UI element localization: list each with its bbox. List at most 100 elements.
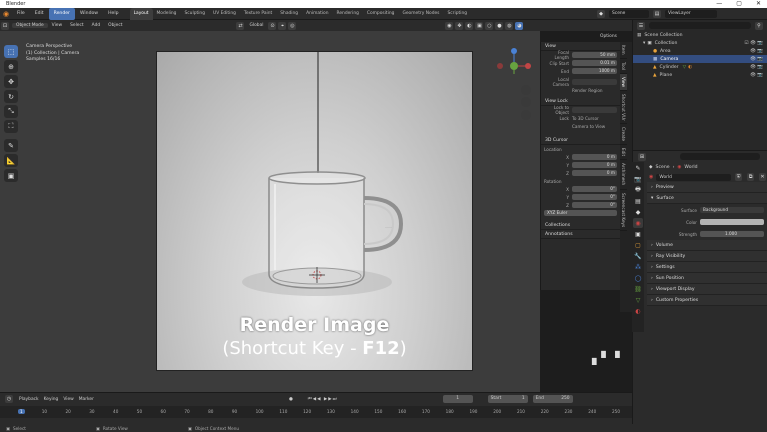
scene-collection-label[interactable]: Scene Collection bbox=[644, 33, 682, 38]
material-shading-icon[interactable]: ◍ bbox=[505, 21, 514, 30]
menu-window[interactable]: Window bbox=[75, 8, 103, 20]
lock-object-field[interactable] bbox=[572, 107, 617, 113]
options-button[interactable]: Options bbox=[600, 34, 617, 39]
outliner-item-area[interactable]: Area bbox=[660, 49, 671, 54]
panel-viewport-display[interactable]: › Viewport Display bbox=[647, 284, 767, 295]
tab-edit[interactable]: Edit bbox=[620, 145, 627, 161]
tab-shortcut-vur[interactable]: Shortcut VUr bbox=[620, 91, 627, 125]
collection-label[interactable]: Collection bbox=[655, 41, 678, 46]
gizmo-icon[interactable]: ✥ bbox=[455, 21, 464, 30]
navigation-gizmo[interactable] bbox=[494, 44, 536, 130]
solid-shading-icon[interactable]: ● bbox=[495, 21, 504, 30]
world-tab-icon[interactable]: ◉ bbox=[633, 218, 643, 228]
visibility-icon[interactable]: ◉ bbox=[445, 21, 454, 30]
outliner-editor-icon[interactable]: ☰ bbox=[637, 21, 645, 30]
tab-create[interactable]: Create bbox=[620, 124, 627, 146]
panel-custom-properties[interactable]: › Custom Properties bbox=[647, 295, 767, 306]
particles-tab-icon[interactable]: ⁂ bbox=[633, 262, 643, 272]
panel-sun-position[interactable]: › Sun Position bbox=[647, 273, 767, 284]
view-layer-tab-icon[interactable]: ▤ bbox=[633, 196, 643, 206]
transform-tool-icon[interactable]: ⛶ bbox=[4, 120, 18, 133]
select-box-tool-icon[interactable]: ⬚ bbox=[4, 45, 18, 58]
menu-help[interactable]: Help bbox=[103, 8, 123, 20]
current-frame-field[interactable]: 1 bbox=[442, 395, 473, 403]
minimize-button[interactable]: — bbox=[716, 0, 722, 7]
data-tab-icon[interactable]: ▽ bbox=[633, 295, 643, 305]
timeline-editor-icon[interactable]: ◷ bbox=[5, 395, 13, 403]
scene-icon[interactable]: ◆ bbox=[597, 10, 605, 18]
output-tab-icon[interactable]: 🖶 bbox=[633, 185, 643, 195]
orientation-selector[interactable]: Global bbox=[245, 23, 267, 28]
playback-menu[interactable]: Playback bbox=[19, 397, 39, 402]
view-layer-selector[interactable]: ViewLayer bbox=[665, 10, 717, 18]
marker-menu[interactable]: Marker bbox=[79, 397, 94, 402]
filter-icon[interactable]: ⚲ bbox=[755, 21, 763, 30]
tool-tab-icon[interactable]: ✎ bbox=[633, 163, 643, 173]
cursor-tool-icon[interactable]: ⊕ bbox=[4, 60, 18, 73]
outliner-search-input[interactable] bbox=[649, 22, 751, 29]
menu-render[interactable]: Render bbox=[48, 7, 75, 20]
timeline-view-menu[interactable]: View bbox=[63, 397, 73, 402]
cursor-loc-x[interactable]: 0 m bbox=[572, 154, 617, 160]
pivot-icon[interactable]: ⊙ bbox=[268, 21, 277, 30]
tab-screencast-keys[interactable]: Screencast Keys bbox=[620, 190, 627, 231]
modifier-tab-icon[interactable]: 🔧 bbox=[633, 251, 643, 261]
tab-uv-editing[interactable]: UV Editing bbox=[209, 8, 240, 20]
tab-view[interactable]: View bbox=[620, 73, 627, 91]
color-swatch[interactable] bbox=[700, 219, 764, 225]
keying-menu[interactable]: Keying bbox=[44, 397, 59, 402]
move-tool-icon[interactable]: ✥ bbox=[4, 75, 18, 88]
panel-preview[interactable]: › Preview bbox=[647, 182, 767, 193]
measure-tool-icon[interactable]: 📐 bbox=[4, 154, 18, 167]
3d-cursor-header[interactable]: 3D Cursor bbox=[541, 136, 620, 145]
scene-selector[interactable]: Scene bbox=[609, 10, 649, 18]
outliner-item-camera[interactable]: Camera bbox=[660, 57, 678, 62]
blender-logo-icon[interactable]: ◉ bbox=[0, 10, 12, 18]
object-tab-icon[interactable]: ▢ bbox=[633, 240, 643, 250]
unlink-icon[interactable]: ✕ bbox=[759, 173, 766, 181]
close-button[interactable]: ✕ bbox=[756, 0, 761, 7]
menu-edit[interactable]: Edit bbox=[30, 8, 49, 20]
tab-rendering[interactable]: Rendering bbox=[332, 8, 362, 20]
snap-icon[interactable]: ⌖ bbox=[278, 21, 287, 30]
clip-start-field[interactable]: 0.01 m bbox=[572, 60, 617, 66]
view-layer-icon[interactable]: ▤ bbox=[653, 10, 661, 18]
outliner-item-plane[interactable]: Plane bbox=[660, 73, 673, 78]
cursor-rot-y[interactable]: 0° bbox=[572, 194, 617, 200]
focal-length-field[interactable]: 50 mm bbox=[572, 52, 617, 58]
properties-search-input[interactable] bbox=[680, 153, 760, 160]
panel-ray-visibility[interactable]: › Ray Visibility bbox=[647, 251, 767, 262]
rotate-tool-icon[interactable]: ↻ bbox=[4, 90, 18, 103]
select-menu[interactable]: Select bbox=[66, 23, 88, 28]
tab-animation[interactable]: Animation bbox=[302, 8, 332, 20]
constraints-tab-icon[interactable]: ⛓ bbox=[633, 284, 643, 294]
panel-volume[interactable]: › Volume bbox=[647, 240, 767, 251]
tab-modeling[interactable]: Modeling bbox=[153, 8, 181, 20]
fake-user-icon[interactable]: ⛨ bbox=[735, 173, 743, 181]
camera-to-view-checkbox[interactable]: Camera to View bbox=[572, 124, 605, 129]
render-region-checkbox[interactable]: Render Region bbox=[572, 88, 603, 93]
view-menu[interactable]: View bbox=[48, 23, 66, 28]
tab-tool[interactable]: Tool bbox=[620, 59, 627, 74]
rotation-mode-select[interactable]: XYZ Euler bbox=[544, 210, 617, 216]
add-menu[interactable]: Add bbox=[88, 23, 105, 28]
clip-end-field[interactable]: 1000 m bbox=[572, 68, 617, 74]
scene-tab-icon[interactable]: ◆ bbox=[633, 207, 643, 217]
playback-controls[interactable]: ⏮◀◀ ▶▶⏭ bbox=[308, 396, 338, 402]
annotations-header[interactable]: Annotations bbox=[541, 230, 620, 239]
world-name-field[interactable]: World bbox=[656, 173, 732, 181]
tab-scripting[interactable]: Scripting bbox=[443, 8, 471, 20]
object-menu[interactable]: Object bbox=[104, 23, 126, 28]
proportional-edit-icon[interactable]: ◎ bbox=[288, 21, 297, 30]
physics-tab-icon[interactable]: ◯ bbox=[633, 273, 643, 283]
strength-field[interactable]: 1.000 bbox=[700, 231, 764, 237]
properties-editor-icon[interactable]: ⊞ bbox=[638, 152, 646, 161]
wireframe-shading-icon[interactable]: ○ bbox=[485, 21, 494, 30]
maximize-button[interactable]: ▢ bbox=[736, 0, 742, 7]
mode-selector[interactable]: Object Mode bbox=[12, 23, 48, 28]
add-cube-tool-icon[interactable]: ▣ bbox=[4, 169, 18, 182]
tab-item[interactable]: Item bbox=[620, 42, 627, 59]
new-world-icon[interactable]: ⧉ bbox=[747, 173, 755, 181]
tab-compositing[interactable]: Compositing bbox=[363, 8, 399, 20]
tab-archimesh[interactable]: Archimesh bbox=[620, 160, 627, 190]
